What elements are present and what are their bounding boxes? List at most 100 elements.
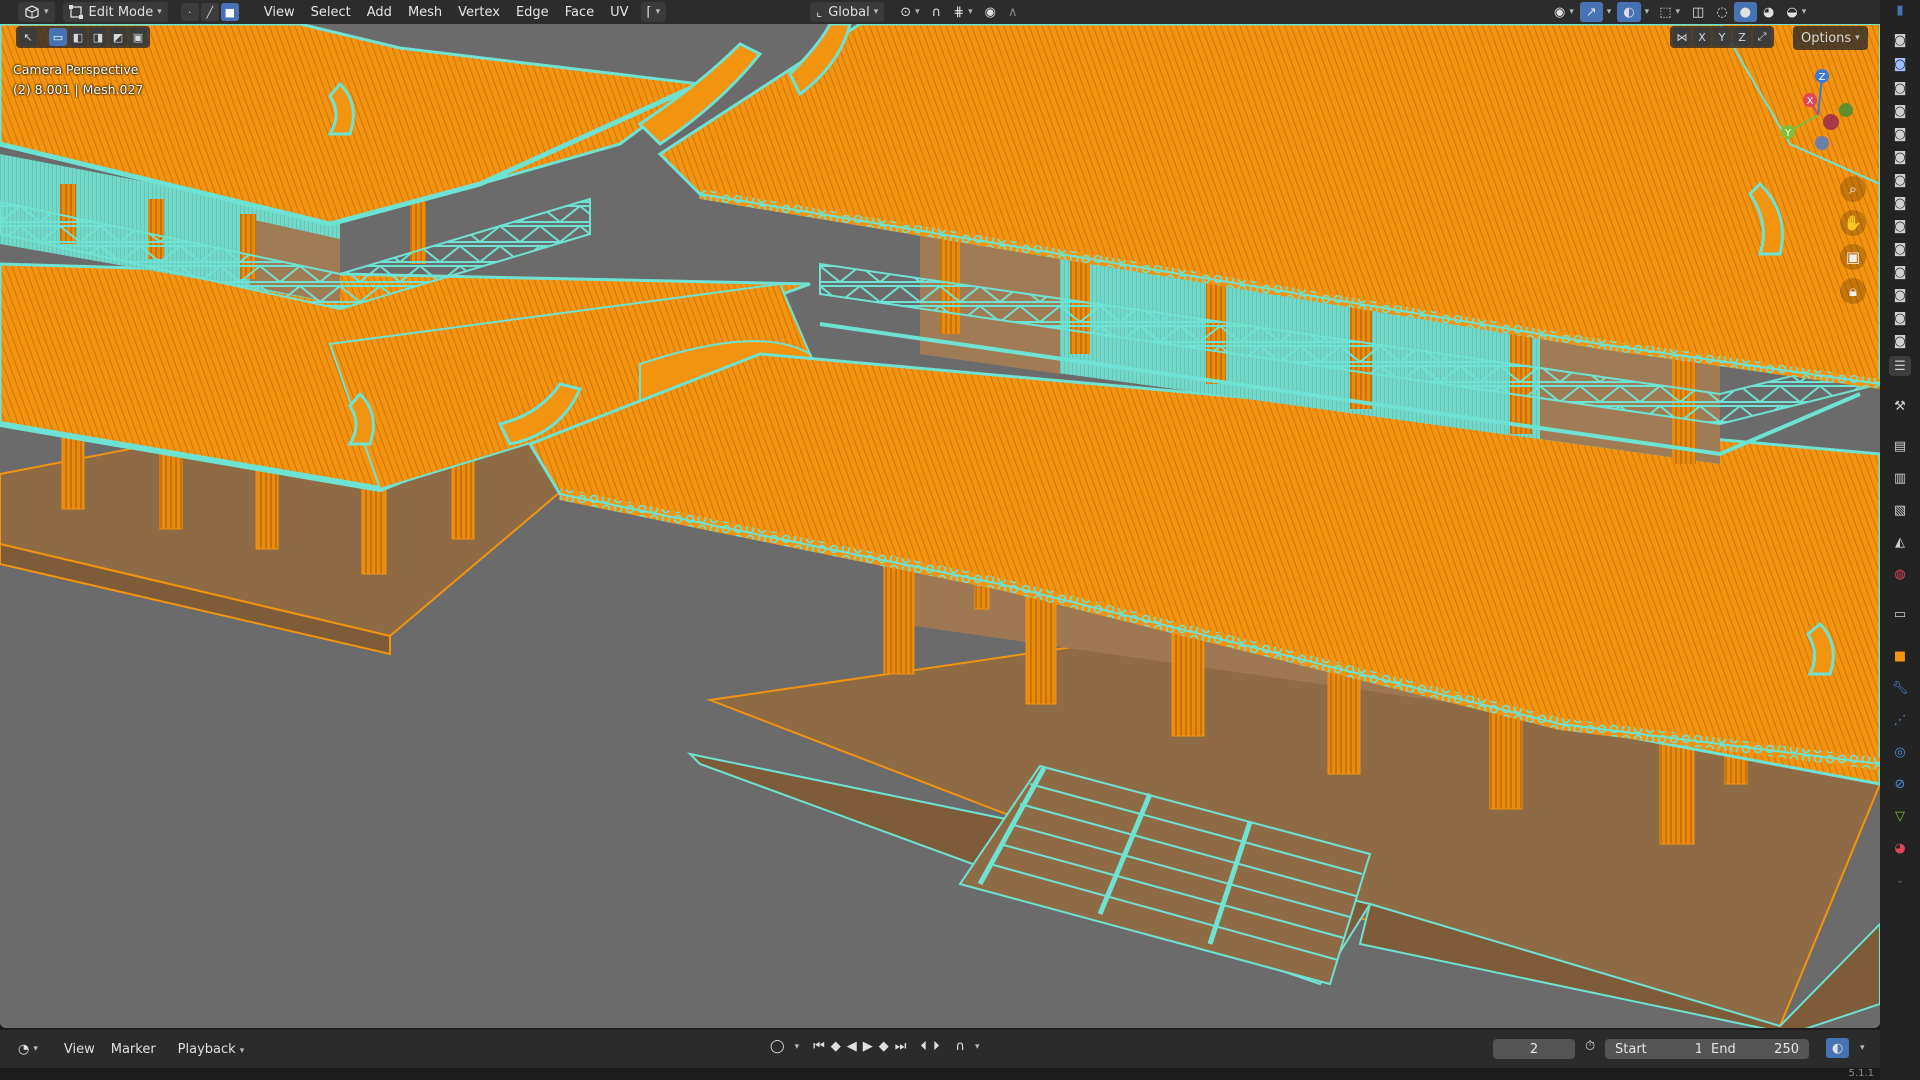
select-box-intersect-icon[interactable]: ▣ — [129, 28, 147, 46]
end-frame-field[interactable]: End 250 — [1701, 1039, 1809, 1059]
outliner-scroll-icon[interactable]: ▮ — [1889, 0, 1911, 20]
auto-keying-icon[interactable]: ∩ — [956, 1039, 966, 1054]
camera-restrict-icon[interactable]: ◙ — [1889, 216, 1911, 236]
gizmo-neg-z-axis[interactable] — [1815, 136, 1829, 150]
menu-edge[interactable]: Edge — [508, 5, 557, 20]
mode-selector[interactable]: Edit Mode ▾ — [62, 2, 168, 22]
camera-restrict-icon[interactable]: ◙ — [1889, 239, 1911, 259]
jump-end-icon[interactable]: ⏭ — [895, 1039, 907, 1054]
constraints-icon[interactable]: ⊘ — [1889, 774, 1911, 794]
jump-start-icon[interactable]: ⏮ — [813, 1039, 825, 1054]
shading-wireframe[interactable]: ◌ — [1710, 2, 1733, 22]
properties-toggle-icon[interactable]: ☰ — [1889, 356, 1911, 376]
camera-restrict-icon[interactable]: ◙ — [1889, 124, 1911, 144]
camera-restrict-icon[interactable]: ◙ — [1889, 308, 1911, 328]
current-frame-field[interactable]: 2 — [1493, 1039, 1575, 1059]
proportional-edit-toggle[interactable]: ◉ — [979, 2, 1002, 22]
gizmo-toggle[interactable]: ↗ — [1579, 2, 1603, 22]
physics-icon[interactable]: ◎ — [1889, 742, 1911, 762]
lock-icon[interactable]: 🔒︎ — [1840, 278, 1866, 304]
select-box-extend-icon[interactable]: ◧ — [69, 28, 87, 46]
editor-type-selector[interactable]: ▾ — [18, 2, 55, 22]
timeline-menu-marker[interactable]: Marker — [103, 1042, 164, 1057]
next-frame-icon[interactable]: ⏵ — [933, 1039, 940, 1054]
camera-restrict-icon[interactable]: ◙ — [1889, 331, 1911, 351]
camera-restrict-icon[interactable]: ◙ — [1889, 262, 1911, 282]
start-frame-field[interactable]: Start 1 — [1605, 1039, 1713, 1059]
camera-restrict-icon[interactable]: ◙ — [1889, 78, 1911, 98]
snap-target-selector[interactable]: ⋕ ▾ — [947, 2, 978, 22]
3d-viewport[interactable]: ↖ ▭ ◧ ◨ ◩ ▣ Camera Perspective (2) 8.001… — [0, 24, 1880, 1028]
options-dropdown[interactable]: Options ▾ — [1793, 26, 1868, 50]
zoom-icon[interactable]: ⌕ — [1840, 176, 1866, 202]
xray-toggle[interactable]: ◫ — [1686, 2, 1710, 22]
menu-add[interactable]: Add — [359, 5, 400, 20]
menu-view[interactable]: View — [256, 5, 303, 20]
menu-select[interactable]: Select — [303, 5, 359, 20]
camera-restrict-icon[interactable]: ◙ — [1889, 101, 1911, 121]
select-box-subtract-icon[interactable]: ◨ — [89, 28, 107, 46]
camera-restrict-icon[interactable]: ◙ — [1889, 147, 1911, 167]
next-keyframe-icon[interactable]: ◆ — [879, 1039, 889, 1054]
shading-solid[interactable]: ● — [1733, 2, 1757, 22]
hand-pan-icon[interactable]: ✋ — [1840, 210, 1866, 236]
prev-keyframe-icon[interactable]: ◆ — [831, 1039, 841, 1054]
timeline-overlays-toggle[interactable]: ◐ — [1826, 1038, 1850, 1058]
mesh-edit-overlays-toggle[interactable]: ⬚ ▾ — [1653, 2, 1686, 22]
camera-restrict-icon[interactable]: ◙ — [1889, 54, 1911, 74]
select-tool-icon[interactable]: ↖ — [19, 28, 37, 46]
play-icon[interactable]: ▶ — [863, 1039, 873, 1054]
prev-frame-icon[interactable]: ⏴ — [921, 1039, 928, 1054]
world-properties-icon[interactable]: ◍ — [1889, 564, 1911, 584]
play-reverse-icon[interactable]: ◀ — [847, 1039, 857, 1054]
timeline-editor-type[interactable]: ◔ ▾ — [12, 1039, 44, 1059]
face-select-icon[interactable]: ■ — [220, 3, 239, 21]
timeline-menu-view[interactable]: View — [56, 1042, 103, 1057]
mesh-data-icon[interactable]: ▽ — [1889, 806, 1911, 826]
view-layer-icon[interactable]: ▧ — [1889, 500, 1911, 520]
vertex-select-icon[interactable]: · — [180, 3, 199, 21]
particles-icon[interactable]: ⋰ — [1889, 710, 1911, 730]
edge-select-icon[interactable]: ╱ — [200, 3, 219, 21]
butterfly-icon[interactable]: ⋈ — [1673, 28, 1691, 46]
scene-properties-icon[interactable]: ◭ — [1889, 532, 1911, 552]
visibility-selector[interactable]: ◉ ▾ — [1548, 2, 1580, 22]
chevron-down-icon[interactable]: ⌄ — [1889, 870, 1911, 890]
orientation-selector[interactable]: ⌞ Global ▾ — [810, 2, 885, 22]
camera-restrict-icon[interactable]: ◙ — [1889, 285, 1911, 305]
record-icon[interactable]: ◯ — [770, 1039, 785, 1054]
modifier-properties-icon[interactable]: 🔧︎ — [1889, 678, 1911, 698]
render-properties-icon[interactable]: ▤ — [1889, 436, 1911, 456]
stopwatch-icon[interactable]: ⏱ — [1585, 1039, 1595, 1054]
falloff-selector[interactable]: ∧ — [1002, 2, 1024, 22]
output-properties-icon[interactable]: ▥ — [1889, 468, 1911, 488]
camera-restrict-icon[interactable]: ◙ — [1889, 30, 1911, 50]
mirror-z-toggle[interactable]: Z — [1733, 28, 1751, 46]
material-properties-icon[interactable]: ◕ — [1889, 838, 1911, 858]
tool-properties-icon[interactable]: ⚒ — [1889, 396, 1911, 416]
object-properties-icon[interactable]: ■ — [1889, 646, 1911, 666]
pivot-point-selector[interactable]: ⊙ ▾ — [894, 2, 925, 22]
select-box-new-icon[interactable]: ▭ — [49, 28, 67, 46]
mirror-x-toggle[interactable]: X — [1693, 28, 1711, 46]
mirror-y-toggle[interactable]: Y — [1713, 28, 1731, 46]
shading-rendered[interactable]: ◒ ▾ — [1780, 2, 1812, 22]
overlays-toggle[interactable]: ◐ — [1617, 2, 1641, 22]
menu-mesh[interactable]: Mesh — [400, 5, 450, 20]
shading-material[interactable]: ◕ — [1757, 2, 1780, 22]
gizmo-neg-y-axis[interactable] — [1839, 103, 1853, 117]
topology-mirror-icon[interactable]: ⤢ — [1753, 28, 1771, 46]
snap-toggle[interactable]: ∩ — [926, 2, 948, 22]
collection-properties-icon[interactable]: ▭ — [1889, 604, 1911, 624]
menu-vertex[interactable]: Vertex — [450, 5, 508, 20]
menu-face[interactable]: Face — [557, 5, 602, 20]
camera-restrict-icon[interactable]: ◙ — [1889, 170, 1911, 190]
camera-restrict-icon[interactable]: ◙ — [1889, 193, 1911, 213]
timeline-menu-playback[interactable]: Playback ▾ — [170, 1042, 253, 1057]
uv-sync-selector[interactable]: ⌈ ▾ — [640, 2, 667, 22]
select-box-invert-icon[interactable]: ◩ — [109, 28, 127, 46]
menu-uv[interactable]: UV — [602, 5, 636, 20]
navigation-gizmo[interactable]: Z Y X — [1768, 60, 1868, 170]
camera-view-icon[interactable]: ▣ — [1840, 244, 1866, 270]
gizmo-neg-x-axis[interactable] — [1823, 114, 1839, 130]
